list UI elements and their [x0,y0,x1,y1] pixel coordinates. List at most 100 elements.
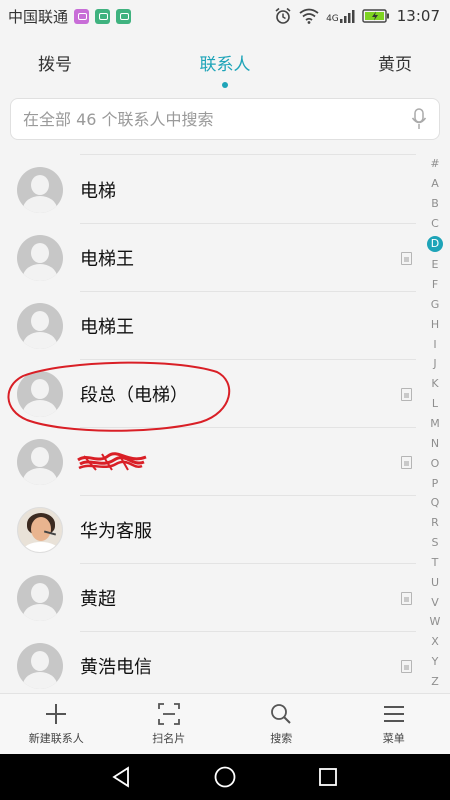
alarm-icon [275,7,291,24]
menu-button[interactable]: 菜单 [344,702,444,746]
status-time: 13:07 [396,7,440,25]
alphabet-index-letter[interactable]: K [431,377,438,391]
search-icon [271,704,291,724]
contact-row[interactable]: 华为客服 [0,496,420,564]
contact-name: 华为客服 [80,521,152,542]
tab-dialer-label: 拨号 [38,54,72,75]
network-type: 4G [326,14,339,24]
scan-card-button[interactable]: 扫名片 [119,702,219,746]
alphabet-index-letter[interactable]: T [432,556,439,570]
alphabet-index-letter[interactable]: A [431,177,439,191]
alphabet-index-letter[interactable]: H [431,318,439,332]
top-tabs: 拨号 联系人 黄页 [0,32,450,92]
sim-card-icon [401,659,412,673]
search-button[interactable]: 搜索 [231,702,331,746]
alphabet-index-letter[interactable]: W [430,615,441,629]
redaction-scribble [77,452,147,471]
alphabet-index-letter[interactable]: O [431,457,440,471]
alphabet-index-letter[interactable]: C [431,217,439,231]
alphabet-index-letter[interactable]: L [432,397,438,411]
notification-app-icon [74,8,90,24]
scan-card-label: 扫名片 [152,732,186,745]
default-avatar [17,575,63,621]
tab-yellow-pages-label: 黄页 [378,54,412,75]
alphabet-index-letter[interactable]: E [432,258,439,272]
contact-name: 黄浩电信 [80,657,152,678]
back-icon[interactable] [110,765,134,789]
search-label: 搜索 [270,732,293,745]
active-tab-indicator [222,81,228,88]
contact-name: 电梯王 [80,317,134,338]
contact-name: 段总（电梯） [80,385,188,406]
alphabet-index-letter[interactable]: X [431,635,439,649]
alphabet-index-letter[interactable]: J [433,357,436,371]
tab-contacts[interactable]: 联系人 [199,50,251,88]
microphone-icon[interactable] [411,107,427,131]
contact-row[interactable]: 黄超 [0,564,420,632]
menu-icon [383,706,404,722]
sim-card-icon [401,455,412,469]
alphabet-index-letter[interactable]: S [432,536,439,550]
alphabet-index-letter[interactable]: Y [432,655,439,669]
contact-name: 黄超 [80,589,116,610]
status-left: 中国联通 [8,6,132,27]
contact-list[interactable]: 电梯 电梯王 电梯王 段总（电梯） 华为客服 黄超 黄浩电信 [0,154,420,692]
signal-icon [339,10,355,23]
status-right: 4G 13:07 [274,7,440,25]
battery-charging-icon [362,9,389,23]
default-avatar [17,439,63,485]
scan-card-icon [157,703,180,725]
notification-app-icon [116,8,132,24]
alphabet-index-letter[interactable]: P [432,477,439,491]
alphabet-index-letter[interactable]: N [431,437,439,451]
alphabet-index[interactable]: # A B C D E F G H I J K L M N O P Q R S T U V W X Y Z [424,154,446,692]
alphabet-index-letter[interactable]: U [431,576,439,590]
sim-card-icon [401,251,412,265]
system-nav-bar [0,754,450,800]
default-avatar [17,167,63,213]
list-top-divider [80,154,416,155]
cellular-signal: 4G [326,8,355,24]
menu-label: 菜单 [382,732,405,745]
alphabet-index-letter[interactable]: R [431,516,439,530]
new-contact-button[interactable]: 新建联系人 [6,702,106,746]
contact-name: 电梯王 [80,249,134,270]
contact-row[interactable]: 电梯王 [0,292,420,360]
default-avatar [17,235,63,281]
contact-row[interactable]: 电梯王 [0,224,420,292]
alphabet-index-letter[interactable]: Z [431,675,439,689]
photo-avatar [17,507,63,553]
contact-row[interactable] [0,428,420,496]
alphabet-index-letter[interactable]: D [427,236,443,253]
tab-yellow-pages[interactable]: 黄页 [378,50,412,75]
tab-contacts-label: 联系人 [199,54,251,75]
default-avatar [17,371,63,417]
contact-row[interactable]: 段总（电梯） [0,360,420,428]
alphabet-index-letter[interactable]: # [430,157,439,171]
default-avatar [17,643,63,689]
bottom-action-bar: 新建联系人 扫名片 搜索 菜单 [0,693,450,754]
plus-icon [46,704,67,724]
notification-app-icon [95,8,111,24]
search-input[interactable] [23,109,411,129]
home-icon[interactable] [213,765,237,789]
contact-name: 电梯 [80,181,116,202]
contact-row[interactable]: 电梯 [0,156,420,224]
search-bar[interactable] [10,98,440,140]
carrier-name: 中国联通 [8,7,69,26]
alphabet-index-letter[interactable]: B [431,197,439,211]
alphabet-index-letter[interactable]: F [432,278,438,292]
tab-dialer[interactable]: 拨号 [38,50,72,75]
alphabet-index-letter[interactable]: G [431,298,440,312]
default-avatar [17,303,63,349]
sim-card-icon [401,387,412,401]
recent-apps-icon[interactable] [316,765,340,789]
alphabet-index-letter[interactable]: V [431,596,439,610]
alphabet-index-letter[interactable]: Q [431,496,440,510]
contact-row[interactable]: 黄浩电信 [0,632,420,692]
alphabet-index-letter[interactable]: I [433,338,436,352]
alphabet-index-letter[interactable]: M [430,417,440,431]
sim-card-icon [401,591,412,605]
wifi-icon [299,8,319,24]
new-contact-label: 新建联系人 [28,732,84,745]
